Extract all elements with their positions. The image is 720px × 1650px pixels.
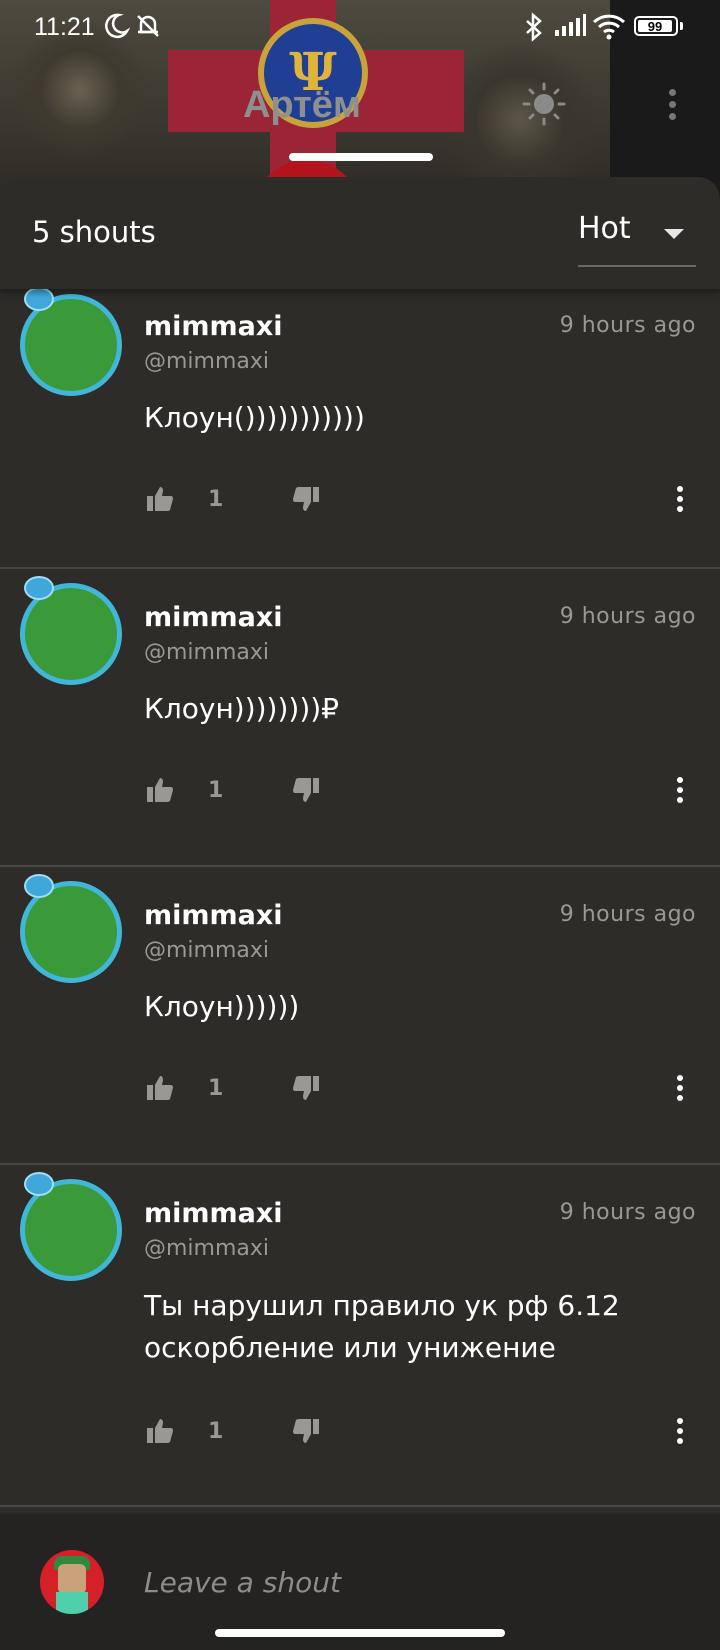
thumbs-down-icon[interactable] [292, 1417, 320, 1445]
like-count: 1 [208, 487, 224, 512]
avatar-badge-icon [24, 1172, 54, 1196]
bell-off-icon [137, 15, 159, 37]
shout-item: mimmaxi @mimmaxi 9 hours ago Ты нарушил … [0, 1165, 720, 1507]
shout-username[interactable]: mimmaxi [144, 311, 283, 342]
shout-username[interactable]: mimmaxi [144, 1198, 283, 1229]
shout-item: mimmaxi @mimmaxi 9 hours ago Клоун))))))… [0, 569, 720, 867]
shout-input[interactable]: Leave a shout [144, 1566, 684, 1599]
shout-options-icon[interactable] [668, 1074, 692, 1104]
thumbs-down-icon[interactable] [292, 1074, 320, 1102]
shout-list: mimmaxi @mimmaxi 9 hours ago Клоун()))))… [0, 287, 720, 1507]
shout-message: Ты нарушил правило ук рф 6.12 оскорблени… [144, 1289, 620, 1364]
thumbs-down-icon[interactable] [292, 485, 320, 513]
shouts-sheet: 5 shouts Hot mimmaxi @mimmaxi 9 hours ag… [0, 177, 720, 1650]
bluetooth-icon [526, 12, 542, 42]
status-bar: 11:21 99 [0, 0, 720, 56]
shout-time: 9 hours ago [559, 313, 696, 338]
battery-level: 99 [638, 20, 672, 33]
shout-message: Клоун))))))))₽ [144, 692, 339, 725]
sort-selected: Hot [578, 211, 631, 246]
thumbs-up-icon[interactable] [146, 776, 174, 804]
thumbs-up-icon[interactable] [146, 1074, 174, 1102]
shout-handle: @mimmaxi [144, 1236, 270, 1261]
home-indicator[interactable] [215, 1629, 505, 1637]
sun-icon[interactable] [522, 82, 566, 126]
thumbs-up-icon[interactable] [146, 485, 174, 513]
shout-options-icon[interactable] [668, 776, 692, 806]
like-count: 1 [208, 778, 224, 803]
shout-time: 9 hours ago [559, 902, 696, 927]
shout-time: 9 hours ago [559, 1200, 696, 1225]
moon-icon [105, 13, 130, 39]
thumbs-down-icon[interactable] [292, 776, 320, 804]
shout-handle: @mimmaxi [144, 349, 270, 374]
shout-options-icon[interactable] [668, 1417, 692, 1447]
shout-handle: @mimmaxi [144, 640, 270, 665]
chevron-down-icon [664, 229, 684, 239]
battery-icon: 99 [634, 16, 678, 36]
sheet-header: 5 shouts Hot [0, 177, 720, 289]
like-count: 1 [208, 1076, 224, 1101]
shout-username[interactable]: mimmaxi [144, 602, 283, 633]
shout-item: mimmaxi @mimmaxi 9 hours ago Клоун()))))… [0, 283, 720, 569]
shout-time: 9 hours ago [559, 604, 696, 629]
avatar-badge-icon [24, 287, 54, 311]
status-time: 11:21 [34, 13, 95, 41]
shout-message: Клоун())))))))))) [144, 401, 365, 434]
shout-count: 5 shouts [32, 215, 156, 249]
shout-message: Клоун)))))) [144, 990, 300, 1023]
avatar-badge-icon [24, 576, 54, 600]
like-count: 1 [208, 1419, 224, 1444]
shout-options-icon[interactable] [668, 485, 692, 515]
my-avatar [40, 1550, 104, 1614]
battery-tip [680, 22, 683, 30]
shout-handle: @mimmaxi [144, 938, 270, 963]
wifi-icon [592, 14, 626, 40]
drag-handle[interactable] [289, 153, 433, 161]
shout-username[interactable]: mimmaxi [144, 900, 283, 931]
more-options-icon[interactable] [660, 86, 684, 126]
sort-dropdown[interactable]: Hot [578, 207, 696, 267]
thumbs-up-icon[interactable] [146, 1417, 174, 1445]
shout-item: mimmaxi @mimmaxi 9 hours ago Клоун))))))… [0, 867, 720, 1165]
avatar-badge-icon [24, 874, 54, 898]
signal-icon [555, 14, 586, 36]
profile-name: Артём [242, 84, 361, 126]
